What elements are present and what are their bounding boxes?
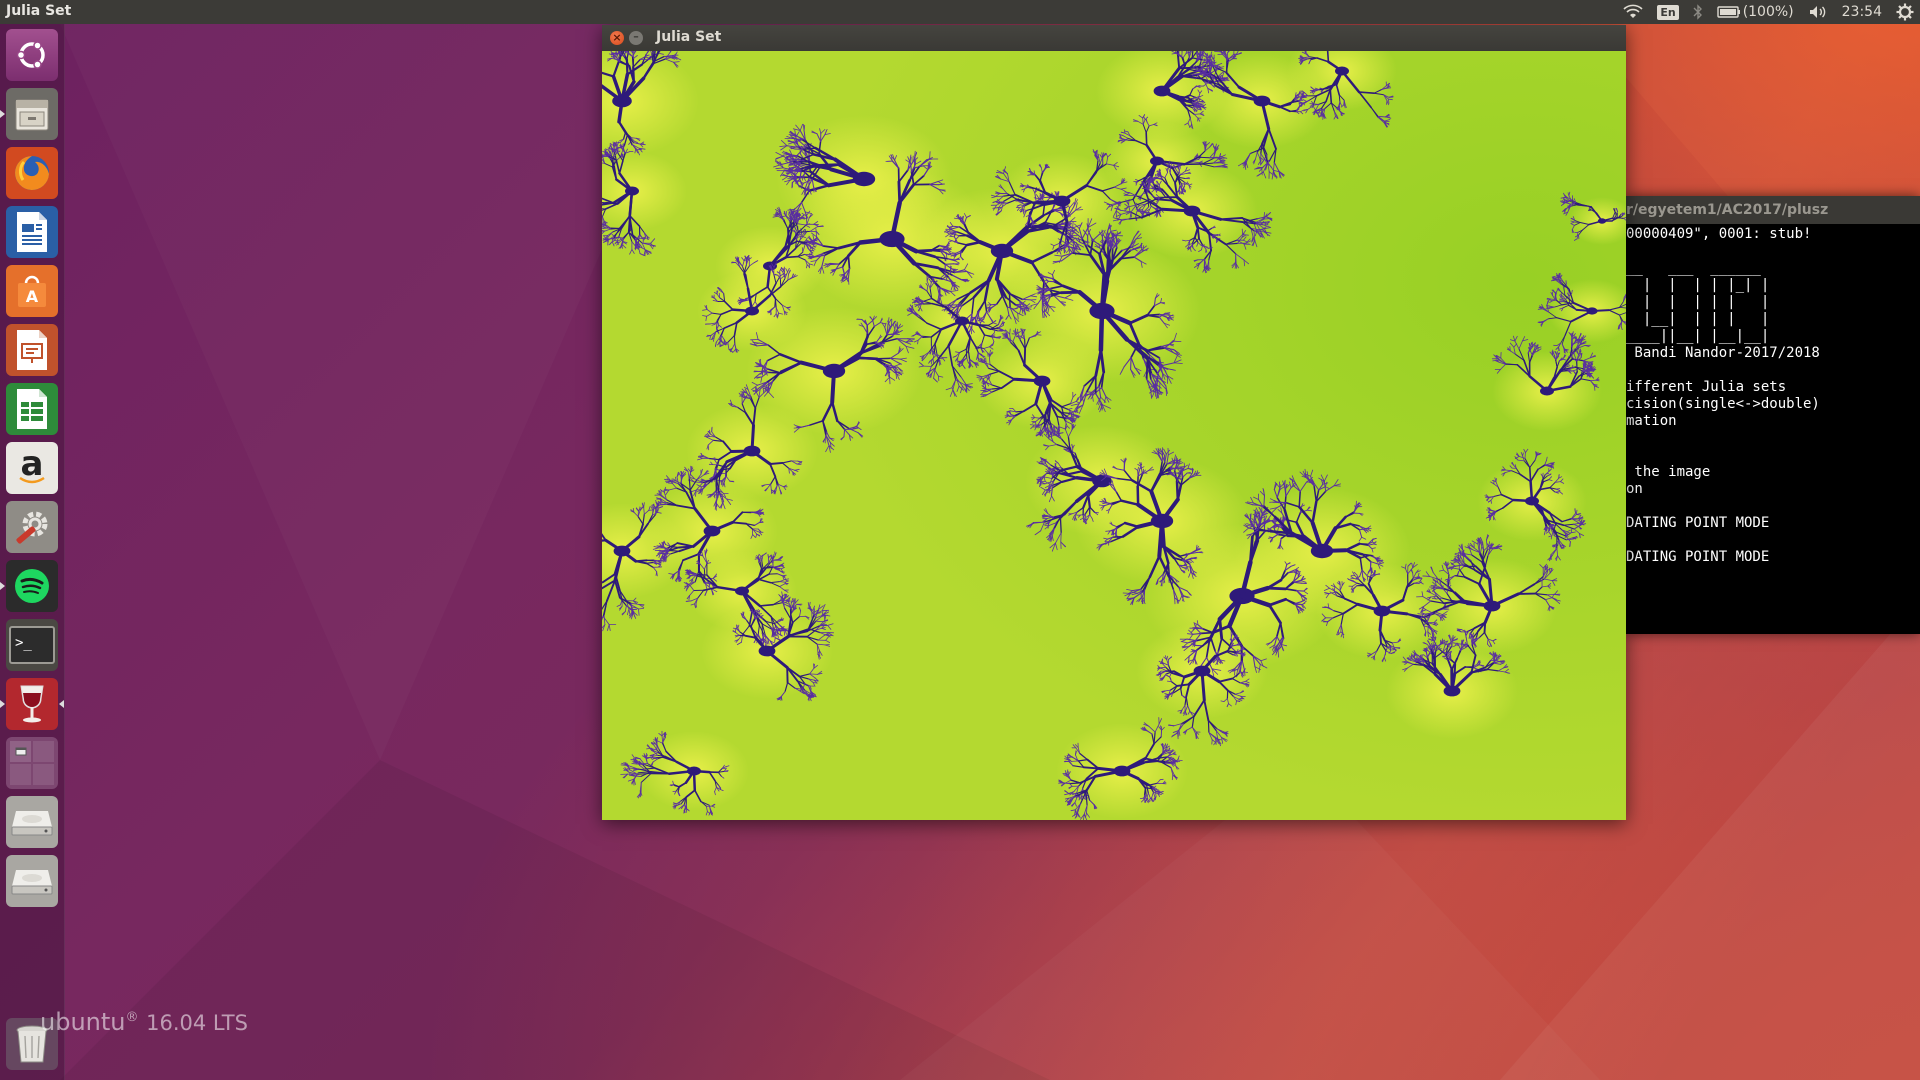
file-cabinet-icon: [15, 99, 49, 131]
ubuntu-logo-icon: [16, 41, 45, 69]
hard-drive-icon: [11, 811, 53, 836]
terminal-line: DATING POINT MODE: [1626, 549, 1770, 565]
launcher-drive-2[interactable]: [6, 855, 58, 907]
terminal-window[interactable]: r/egyetem1/AC2017/plusz 00000409", 0001:…: [1626, 196, 1920, 634]
hard-drive-icon: [11, 870, 53, 895]
launcher-ubuntu-software[interactable]: A: [6, 265, 58, 317]
session-gear-icon[interactable]: [1896, 3, 1914, 21]
indicator-area: En (100%) 23:54: [1623, 0, 1914, 24]
launcher: A a >_: [0, 24, 65, 1080]
terminal-line: | | | | | |: [1626, 294, 1770, 310]
window-title: Julia Set: [656, 29, 722, 45]
launcher-firefox[interactable]: [6, 147, 58, 199]
svg-text:A: A: [26, 287, 39, 306]
launcher-amazon[interactable]: a: [6, 442, 58, 494]
watermark-version: 16.04 LTS: [146, 1011, 248, 1035]
running-indicator: [0, 582, 5, 590]
launcher-libreoffice-impress[interactable]: [6, 324, 58, 376]
battery-indicator[interactable]: (100%): [1716, 4, 1794, 20]
wine-glass-icon: [20, 685, 44, 723]
minimize-button[interactable]: –: [629, 31, 643, 45]
top-panel: Julia Set En (100%) 23:54: [0, 0, 1920, 24]
window-titlebar[interactable]: × – Julia Set: [602, 25, 1626, 51]
terminal-line: | | | | |_| |: [1626, 277, 1770, 293]
running-indicator: [0, 110, 5, 118]
impress-presentation-icon: [17, 330, 47, 370]
minimize-icon: –: [633, 30, 639, 43]
launcher-spotify[interactable]: [0, 560, 58, 612]
launcher-drive-1[interactable]: [6, 796, 58, 848]
terminal-line: the image: [1626, 464, 1711, 480]
battery-percent: (100%): [1742, 4, 1794, 20]
keyboard-language-indicator[interactable]: En: [1657, 4, 1679, 20]
firefox-icon: [15, 156, 49, 190]
clock[interactable]: 23:54: [1842, 4, 1882, 20]
terminal-line: __ ___ ______: [1626, 260, 1761, 276]
active-app-title: Julia Set: [6, 3, 72, 19]
writer-document-icon: [17, 212, 47, 252]
julia-set-window[interactable]: × – Julia Set: [602, 25, 1626, 820]
terminal-line: 00000409", 0001: stub!: [1626, 226, 1812, 242]
terminal-icon-prompt: >_: [15, 635, 32, 651]
terminal-line: on: [1626, 481, 1643, 497]
launcher-files[interactable]: [0, 88, 58, 140]
running-indicator: [0, 700, 5, 708]
julia-fractal-canvas[interactable]: [602, 51, 1626, 820]
settings-tools-icon: [16, 511, 48, 544]
wifi-icon[interactable]: [1623, 4, 1643, 20]
terminal-line: ____||__| |__|__|: [1626, 328, 1770, 344]
terminal-line: cision(single<->double): [1626, 396, 1820, 412]
workspace-switcher-icon: [10, 741, 54, 785]
volume-icon[interactable]: [1808, 4, 1828, 20]
launcher-wine[interactable]: [0, 678, 64, 730]
battery-icon: [1716, 6, 1740, 18]
watermark-registered: ®: [125, 1010, 139, 1025]
ubuntu-watermark: ubuntu® 16.04 LTS: [40, 1008, 248, 1036]
julia-fractal-image: [602, 51, 1626, 820]
software-bag-icon: A: [18, 275, 46, 307]
close-button[interactable]: ×: [610, 31, 624, 45]
terminal-line: Bandi Nandor-2017/2018: [1626, 345, 1820, 361]
calc-spreadsheet-icon: [17, 389, 47, 429]
terminal-line: mation: [1626, 413, 1677, 429]
focused-indicator: [59, 700, 64, 708]
terminal-output[interactable]: 00000409", 0001: stub! __ ___ ______ | | …: [1626, 224, 1920, 566]
launcher-system-settings[interactable]: [6, 501, 58, 553]
terminal-icon: >_: [9, 626, 55, 664]
launcher-workspace-switcher[interactable]: [6, 737, 58, 789]
launcher-libreoffice-writer[interactable]: [6, 206, 58, 258]
spotify-icon: [15, 569, 49, 603]
launcher-libreoffice-calc[interactable]: [6, 383, 58, 435]
close-icon: ×: [612, 31, 622, 44]
bluetooth-icon[interactable]: [1693, 4, 1703, 20]
terminal-line: ifferent Julia sets: [1626, 379, 1787, 395]
terminal-line: |__| | | | |: [1626, 311, 1770, 327]
terminal-line: DATING POINT MODE: [1626, 515, 1770, 531]
launcher-terminal[interactable]: >_: [6, 619, 58, 671]
amazon-smile-icon: [19, 476, 45, 484]
launcher-dash-home[interactable]: [6, 29, 58, 81]
watermark-brand: ubuntu: [40, 1008, 126, 1036]
terminal-title: r/egyetem1/AC2017/plusz: [1626, 196, 1920, 224]
